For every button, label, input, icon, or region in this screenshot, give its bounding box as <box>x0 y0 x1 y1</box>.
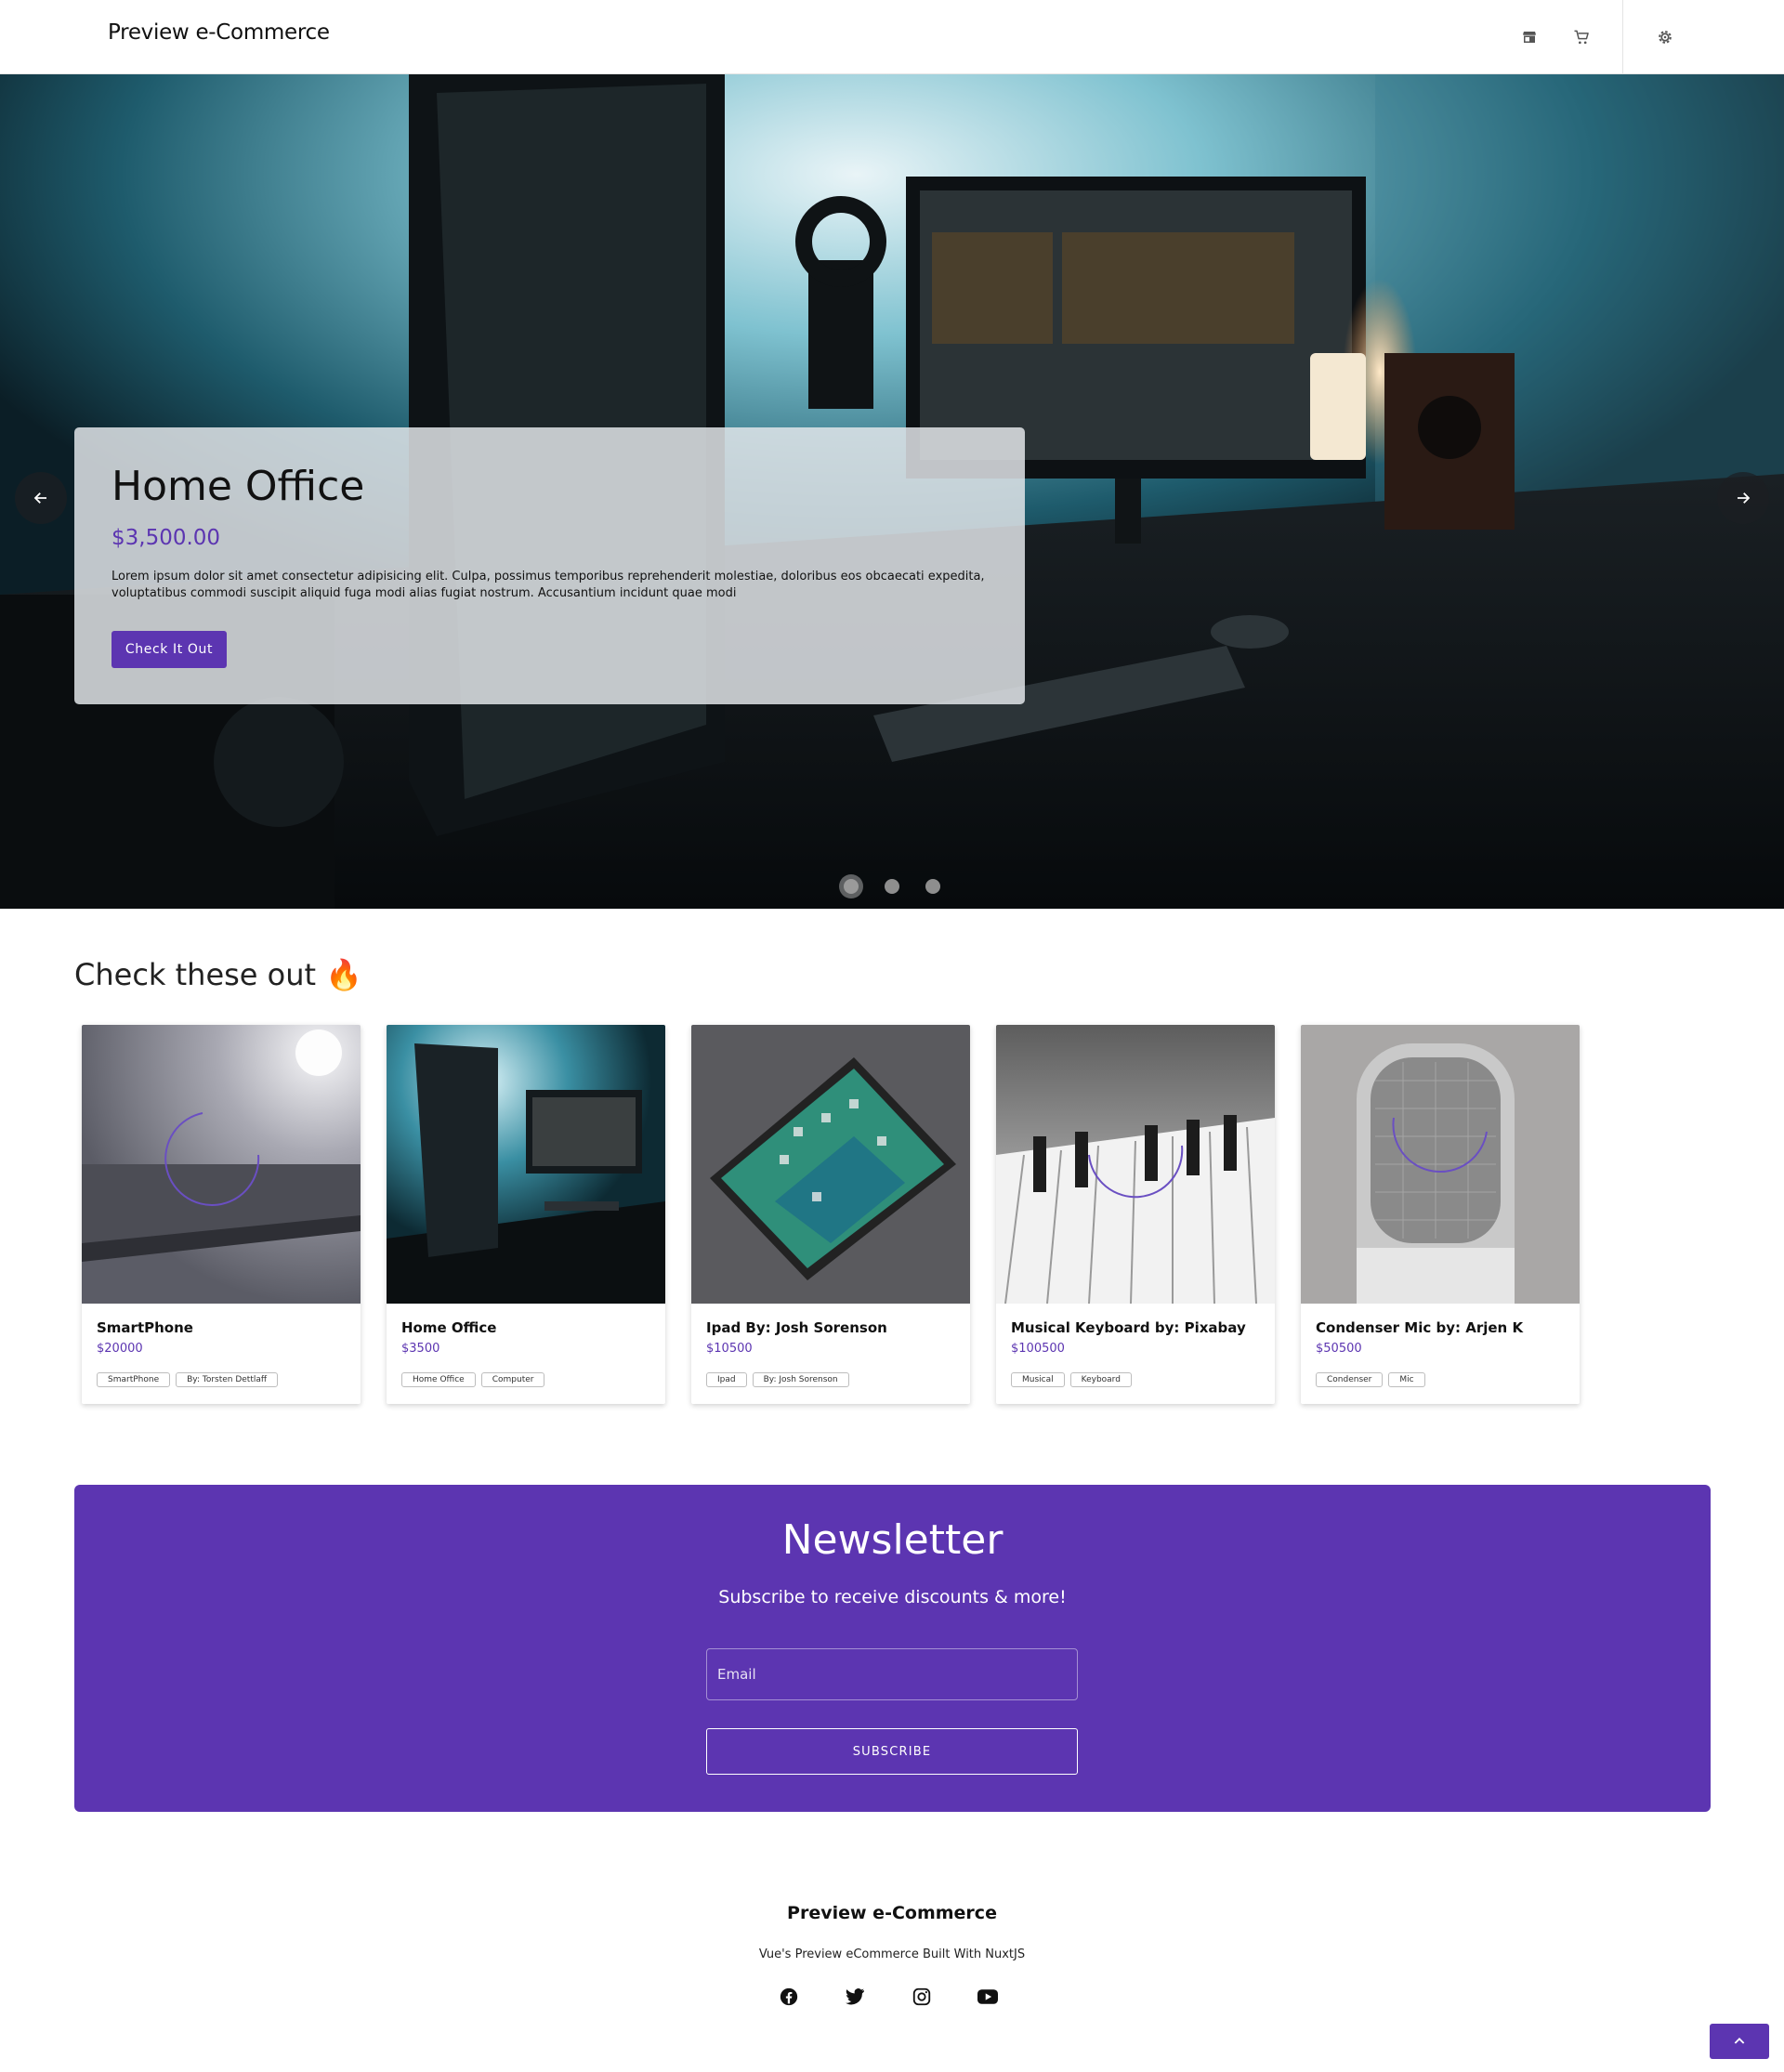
footer-tagline: Vue's Preview eCommerce Built With NuxtJ… <box>758 1947 1026 1961</box>
product-tag[interactable]: SmartPhone <box>97 1372 171 1387</box>
twitter-icon[interactable] <box>843 1985 867 2009</box>
footer-brand: Preview e-Commerce <box>787 1903 997 1923</box>
musical-keyboard-image <box>996 1025 1275 1304</box>
product-tag[interactable]: Keyboard <box>1069 1372 1132 1387</box>
hero-description: Lorem ipsum dolor sit amet consectetur a… <box>112 570 985 600</box>
product-name: Home Office <box>401 1319 497 1336</box>
product-tag[interactable]: Home Office <box>401 1372 476 1387</box>
newsletter-subtitle: Subscribe to receive discounts & more! <box>718 1587 1067 1607</box>
newsletter-title: Newsletter <box>781 1516 1004 1564</box>
chevron-up-icon <box>1734 2038 1745 2044</box>
check-it-out-button[interactable]: Check It Out <box>112 631 227 668</box>
product-name: Ipad By: Josh Sorenson <box>706 1319 887 1336</box>
hero-carousel: Home Office $3,500.00 Lorem ipsum dolor … <box>0 74 1784 909</box>
arrow-right-icon <box>1738 492 1751 504</box>
carousel-dot-1[interactable] <box>844 879 859 894</box>
product-tag[interactable]: By: Torsten Dettlaff <box>176 1372 279 1387</box>
home-office-image <box>387 1025 665 1304</box>
carousel-next-button[interactable] <box>1717 472 1769 524</box>
product-tag[interactable]: Ipad <box>706 1372 747 1387</box>
scroll-to-top-button[interactable] <box>1710 2024 1769 2059</box>
facebook-icon[interactable] <box>777 1985 801 2009</box>
hero-price: $3,500.00 <box>112 526 221 550</box>
condenser-mic-image <box>1301 1025 1580 1304</box>
youtube-icon[interactable] <box>976 1985 1000 2009</box>
arrow-left-icon <box>33 492 46 504</box>
product-tag[interactable]: By: Josh Sorenson <box>752 1372 849 1387</box>
product-tag[interactable]: Computer <box>480 1372 545 1387</box>
product-price: $50500 <box>1316 1342 1362 1356</box>
product-price: $3500 <box>401 1342 440 1356</box>
product-name: Condenser Mic by: Arjen K <box>1316 1319 1524 1336</box>
section-title: Check these out 🔥 <box>74 957 363 992</box>
product-card[interactable]: Ipad By: Josh Sorenson $10500 Ipad By: J… <box>691 1025 970 1404</box>
store-icon[interactable] <box>1516 24 1542 50</box>
newsletter-section: Newsletter Subscribe to receive discount… <box>74 1485 1711 1812</box>
carousel-dot-2[interactable] <box>885 879 899 894</box>
subscribe-button[interactable]: SUBSCRIBE <box>706 1728 1078 1775</box>
product-tag[interactable]: Musical <box>1011 1372 1065 1387</box>
hero-slide-card: Home Office $3,500.00 Lorem ipsum dolor … <box>74 427 1025 704</box>
product-card[interactable]: Home Office $3500 Home Office Computer <box>387 1025 665 1404</box>
settings-icon[interactable] <box>1652 24 1678 50</box>
product-tag[interactable]: Mic <box>1388 1372 1425 1387</box>
cart-icon[interactable] <box>1568 24 1594 50</box>
email-input[interactable] <box>706 1648 1078 1700</box>
product-card[interactable]: Condenser Mic by: Arjen K $50500 Condens… <box>1301 1025 1580 1404</box>
instagram-icon[interactable] <box>910 1985 934 2009</box>
brand-title[interactable]: Preview e-Commerce <box>108 20 330 45</box>
header-divider <box>1622 0 1623 74</box>
product-price: $10500 <box>706 1342 753 1356</box>
product-name: Musical Keyboard by: Pixabay <box>1011 1319 1246 1336</box>
carousel-prev-button[interactable] <box>15 472 67 524</box>
product-tag[interactable]: Condenser <box>1316 1372 1384 1387</box>
product-card[interactable]: Musical Keyboard by: Pixabay $100500 Mus… <box>996 1025 1275 1404</box>
smartphone-image <box>82 1025 361 1304</box>
product-price: $20000 <box>97 1342 143 1356</box>
top-app-bar: Preview e-Commerce <box>0 0 1784 74</box>
product-price: $100500 <box>1011 1342 1065 1356</box>
ipad-image <box>691 1025 970 1304</box>
product-name: SmartPhone <box>97 1319 193 1336</box>
product-card[interactable]: SmartPhone $20000 SmartPhone By: Torsten… <box>82 1025 361 1404</box>
hero-title: Home Office <box>112 463 365 510</box>
carousel-dot-3[interactable] <box>925 879 940 894</box>
